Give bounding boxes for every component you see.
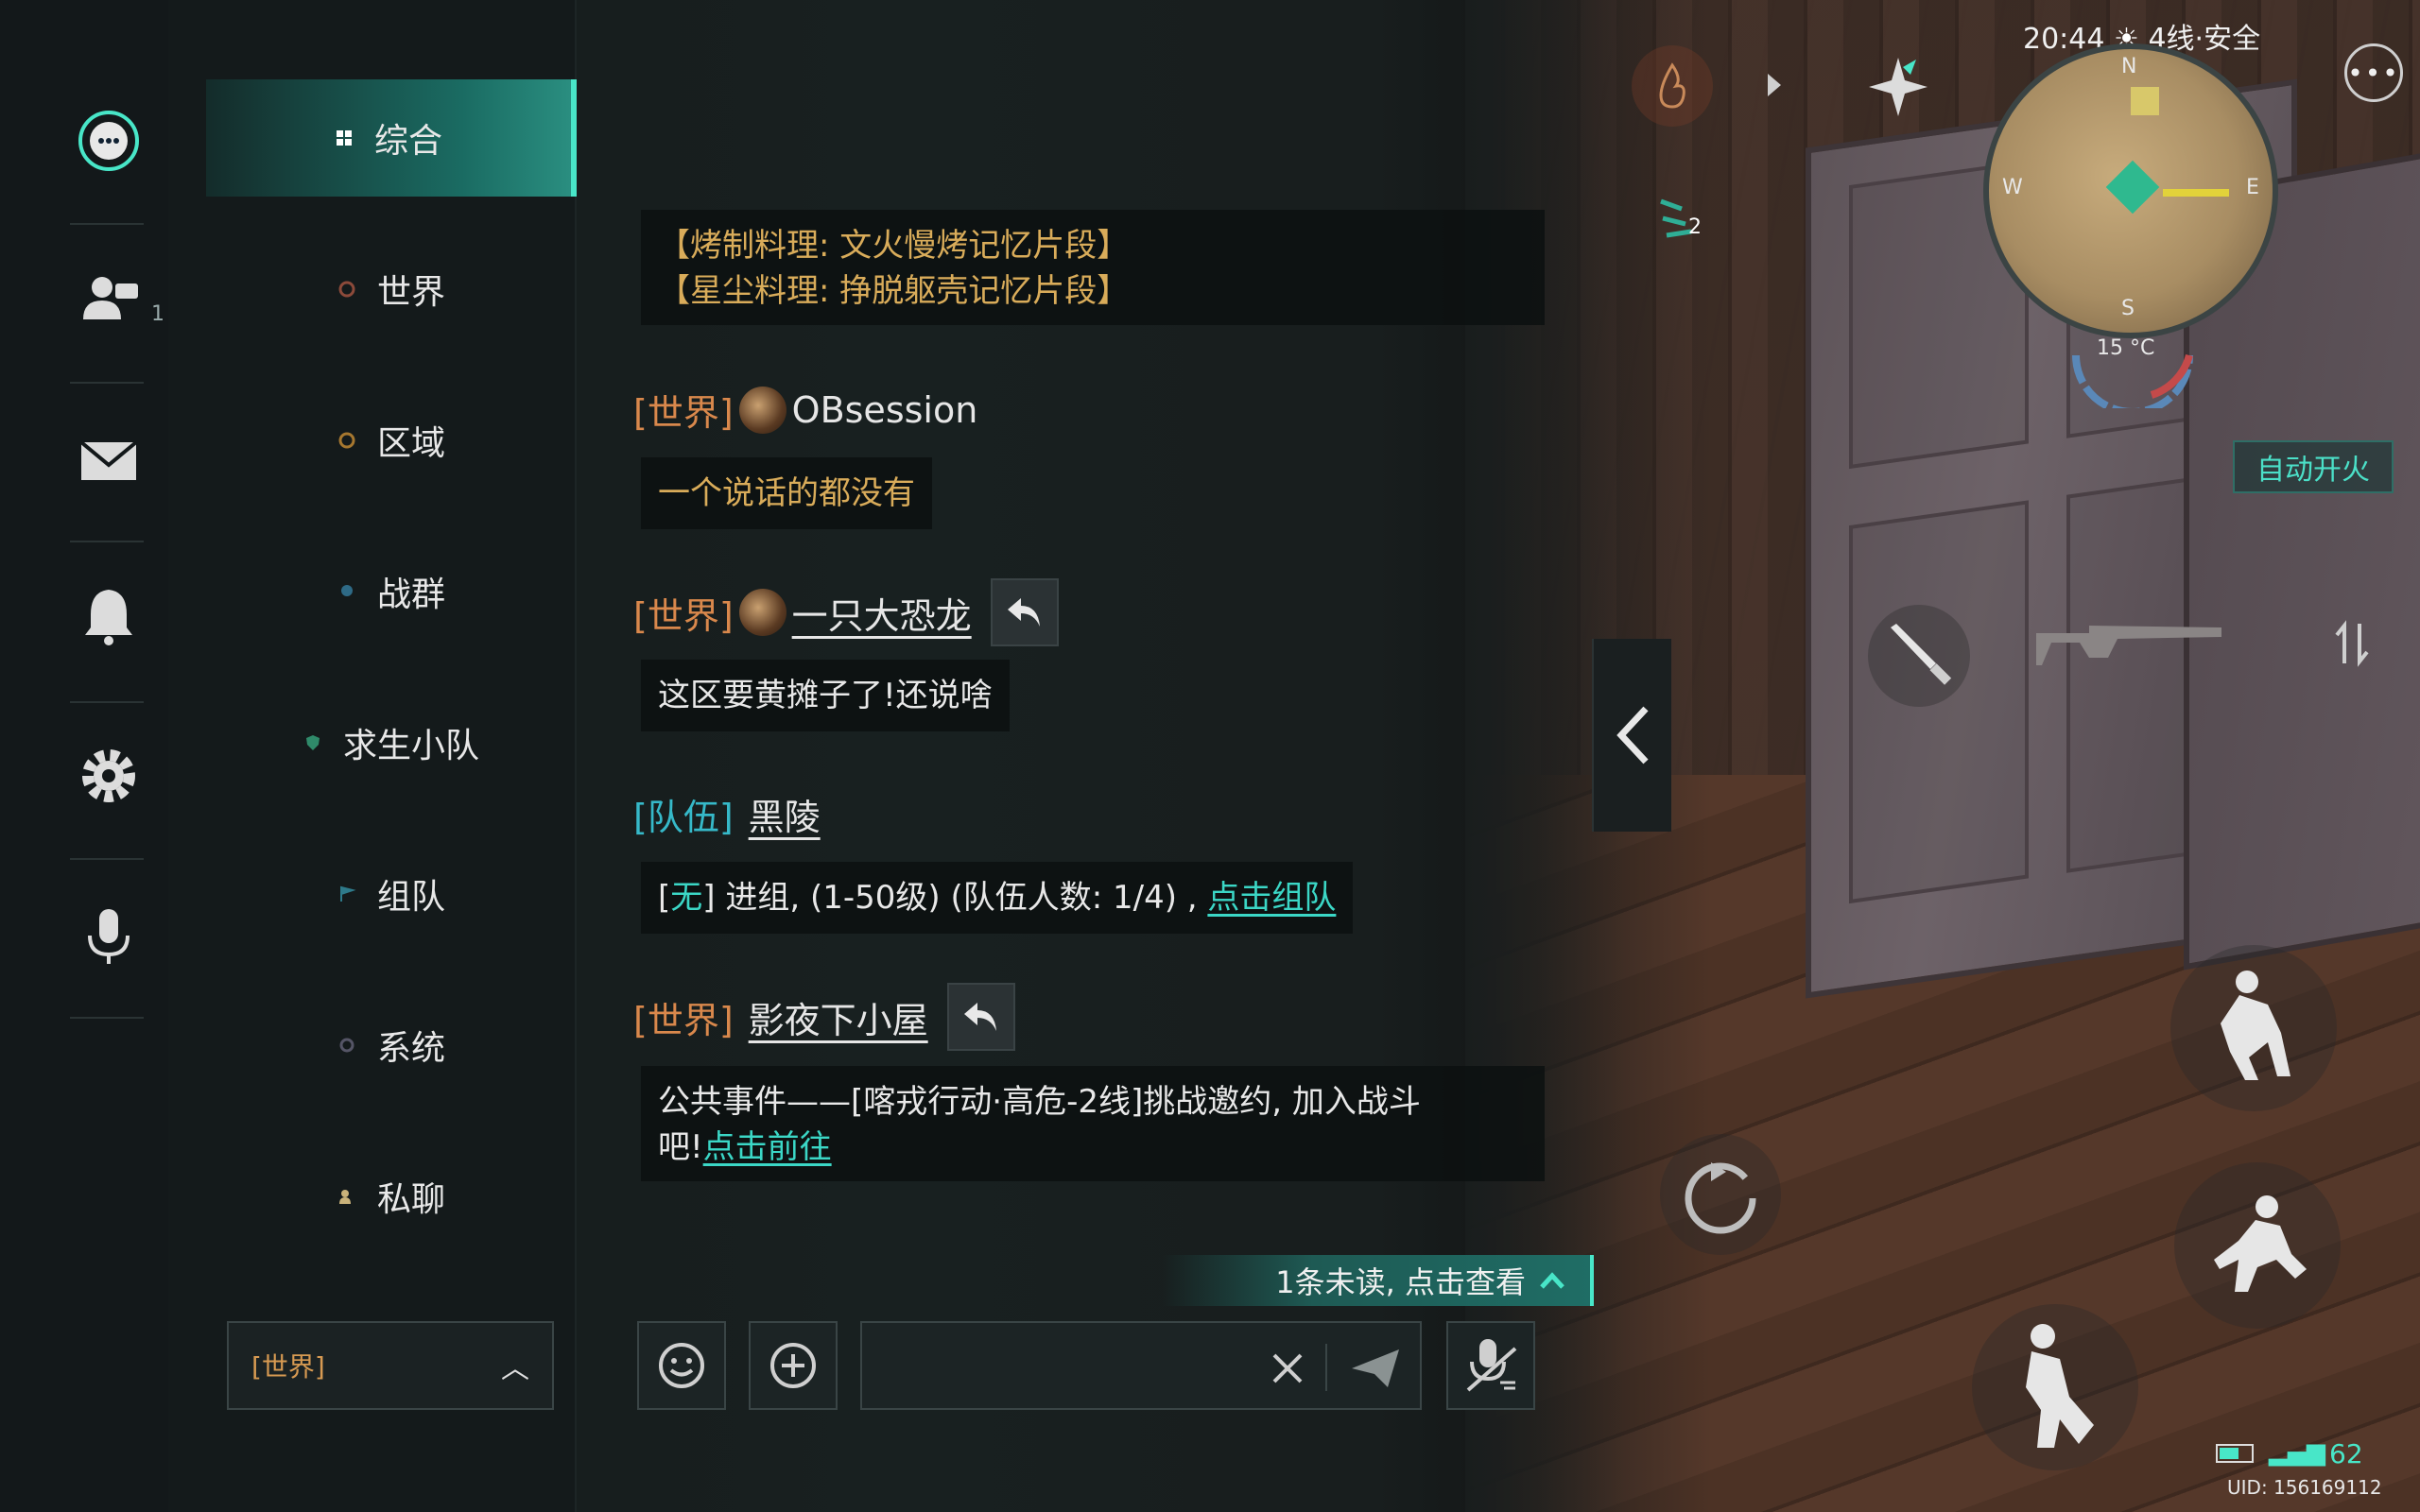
system-icon xyxy=(339,1038,354,1053)
flag-icon xyxy=(339,885,356,902)
grid-icon xyxy=(336,130,352,146)
voice-input-button[interactable] xyxy=(1446,1321,1535,1410)
skull-icon xyxy=(340,585,353,596)
send-icon xyxy=(1352,1349,1399,1387)
tab-guild[interactable]: 战群 xyxy=(206,533,577,650)
chevron-left-icon xyxy=(1616,706,1649,765)
chevron-up-icon: ︿ xyxy=(501,1352,529,1385)
tab-private[interactable]: 私聊 xyxy=(206,1138,577,1255)
crouch-pose-icon[interactable] xyxy=(2174,1162,2341,1329)
tab-team[interactable]: 组队 xyxy=(206,835,577,953)
reply-icon xyxy=(963,1003,996,1031)
chevron-up-icon xyxy=(1540,1272,1564,1289)
message-sender: [队伍] 黑陵 xyxy=(633,788,821,840)
knife-weapon-icon[interactable] xyxy=(1868,605,1970,707)
microphone-off-icon xyxy=(1466,1339,1517,1392)
tab-survival-squad[interactable]: 求生小队 xyxy=(206,684,577,801)
message-sender: [世界] OBsession xyxy=(633,384,977,436)
compass-arrows-icon[interactable] xyxy=(1858,47,1938,127)
quest-count: 2 xyxy=(1688,215,1702,239)
player-name[interactable]: OBsession xyxy=(792,389,978,431)
reply-button[interactable] xyxy=(946,983,1015,1051)
chevron-right-icon[interactable] xyxy=(1762,66,1787,104)
microphone-icon[interactable] xyxy=(66,894,151,979)
player-name[interactable]: 影夜下小屋 xyxy=(749,991,928,1043)
send-button[interactable] xyxy=(1342,1340,1409,1397)
globe-icon xyxy=(338,281,355,298)
chat-input[interactable] xyxy=(860,1321,1422,1410)
message-bubble: 公共事件——[喀戎行动·高危-2线]挑战邀约, 加入战斗 吧!点击前往 xyxy=(641,1066,1545,1181)
tab-system[interactable]: 系统 xyxy=(206,987,577,1104)
channel-tag: [队伍] xyxy=(633,797,734,838)
channel-list: 综合 世界 区域 战群 求生小队 组队 系统 私聊 xyxy=(168,0,577,1512)
shield-icon xyxy=(305,735,320,750)
prone-pose-icon[interactable] xyxy=(1972,1304,2138,1470)
collapse-chat-button[interactable] xyxy=(1592,639,1671,832)
message-bubble: 这区要黄摊子了!还说啥 xyxy=(641,660,1010,731)
unread-notice[interactable]: 1条未读, 点击查看 xyxy=(1163,1255,1594,1306)
rifle-weapon-icon[interactable] xyxy=(2032,605,2231,680)
jump-pose-icon[interactable] xyxy=(2170,945,2337,1111)
close-icon xyxy=(1272,1353,1303,1383)
reply-button[interactable] xyxy=(990,578,1059,646)
swap-weapon-icon[interactable] xyxy=(2331,610,2373,677)
mail-icon[interactable] xyxy=(66,418,151,503)
reply-icon xyxy=(1007,598,1040,627)
friends-badge: 1 xyxy=(151,302,164,326)
tab-region[interactable]: 区域 xyxy=(206,382,577,499)
path-marker xyxy=(2163,189,2229,197)
emoji-icon xyxy=(659,1343,704,1388)
temperature-gauge xyxy=(2066,336,2199,408)
region-icon xyxy=(338,432,355,449)
add-button[interactable] xyxy=(749,1321,838,1410)
chat-icon[interactable] xyxy=(66,98,151,183)
quest-icon[interactable] xyxy=(1649,185,1715,251)
minimap[interactable]: N W E S xyxy=(1983,43,2278,338)
gear-icon[interactable] xyxy=(66,733,151,818)
channel-tag: [世界] xyxy=(633,999,734,1041)
clear-button[interactable] xyxy=(1259,1340,1316,1397)
home-icon xyxy=(2131,87,2159,115)
user-id: UID: 156169112 xyxy=(2227,1476,2382,1499)
message-sender: [世界] 影夜下小屋 xyxy=(633,983,1015,1051)
player-name[interactable]: 一只大恐龙 xyxy=(792,587,972,639)
bell-icon[interactable] xyxy=(66,573,151,658)
plus-icon xyxy=(770,1343,816,1388)
person-icon xyxy=(338,1190,351,1204)
message-bubble: 【烤制料理: 文火慢烤记忆片段】 【星尘料理: 挣脱躯壳记忆片段】 xyxy=(641,210,1545,325)
join-team-link[interactable]: 点击组队 xyxy=(1207,879,1336,917)
battery-icon xyxy=(2216,1444,2254,1463)
channel-tag: [世界] xyxy=(633,392,734,434)
player-marker-icon xyxy=(2105,160,2160,215)
signal-icon: ▂▄▆ xyxy=(2269,1438,2325,1467)
ping-value: 62 xyxy=(2329,1438,2363,1469)
player-avatar xyxy=(738,386,786,434)
player-name[interactable]: 黑陵 xyxy=(749,788,821,840)
tab-general[interactable]: 综合 xyxy=(206,79,577,197)
message-sender: [世界] 一只大恐龙 xyxy=(633,578,1059,646)
friends-icon[interactable] xyxy=(66,255,151,340)
go-to-event-link[interactable]: 点击前往 xyxy=(703,1128,832,1166)
message-list[interactable]: 【烤制料理: 文火慢烤记忆片段】 【星尘料理: 挣脱躯壳记忆片段】 [世界] O… xyxy=(624,0,1588,1285)
message-bubble: [无] 进组, (1-50级) (队伍人数: 1/4) , 点击组队 xyxy=(641,862,1354,934)
auto-fire-toggle[interactable]: 自动开火 xyxy=(2233,440,2394,493)
tab-world[interactable]: 世界 xyxy=(206,231,577,348)
more-button[interactable]: ••• xyxy=(2344,43,2403,102)
channel-tag: [世界] xyxy=(633,594,734,637)
message-bubble: 一个说话的都没有 xyxy=(641,457,932,529)
reload-icon[interactable] xyxy=(1660,1134,1781,1255)
player-avatar xyxy=(738,589,786,636)
send-channel-select[interactable]: [世界] ︿ xyxy=(227,1321,554,1410)
campfire-icon[interactable] xyxy=(1632,45,1713,127)
chat-sidebar: 1 xyxy=(0,0,168,1512)
emoji-button[interactable] xyxy=(637,1321,726,1410)
